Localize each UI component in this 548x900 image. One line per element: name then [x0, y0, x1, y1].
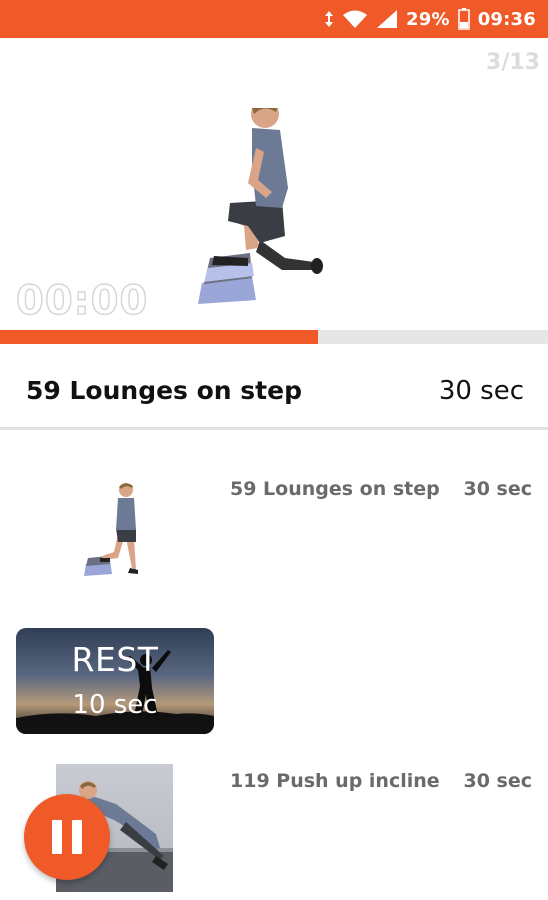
current-exercise-duration: 30 sec	[438, 376, 524, 406]
battery-icon	[457, 8, 470, 30]
workout-player-screen: 29% 09:36 3/13 00:00 59 Lounges on step …	[0, 0, 548, 900]
wifi-icon	[342, 9, 368, 29]
exercise-list-item-duration: 30 sec	[463, 478, 532, 500]
workout-progress-fill	[0, 330, 318, 344]
battery-percent: 29%	[406, 8, 450, 30]
pause-icon	[47, 820, 87, 854]
rest-duration: 10 sec	[72, 690, 158, 720]
exercise-counter: 3/13	[486, 50, 540, 75]
exercise-illustration	[190, 100, 340, 312]
pause-button[interactable]	[24, 794, 110, 880]
workout-progress-bar	[0, 330, 548, 344]
current-exercise-header: 59 Lounges on step 30 sec	[0, 346, 548, 430]
exercise-list-item-name: 59 Lounges on step	[230, 478, 440, 500]
exercise-timer: 00:00	[15, 277, 149, 325]
rest-label: REST	[71, 640, 159, 679]
exercise-list-item-duration: 30 sec	[463, 770, 532, 792]
exercise-list-item-name: 119 Push up incline	[230, 770, 440, 792]
rest-card[interactable]: REST 10 sec	[16, 628, 214, 734]
current-exercise-title: 59 Lounges on step	[26, 376, 302, 405]
status-bar: 29% 09:36	[0, 0, 548, 38]
signal-icon	[376, 9, 398, 29]
exercise-list-item[interactable]: 59 Lounges on step 30 sec	[0, 470, 548, 590]
exercise-thumbnail	[80, 478, 150, 582]
clock: 09:36	[477, 8, 536, 30]
data-arrows-icon	[324, 10, 334, 28]
exercise-video[interactable]: 3/13 00:00	[0, 38, 548, 330]
